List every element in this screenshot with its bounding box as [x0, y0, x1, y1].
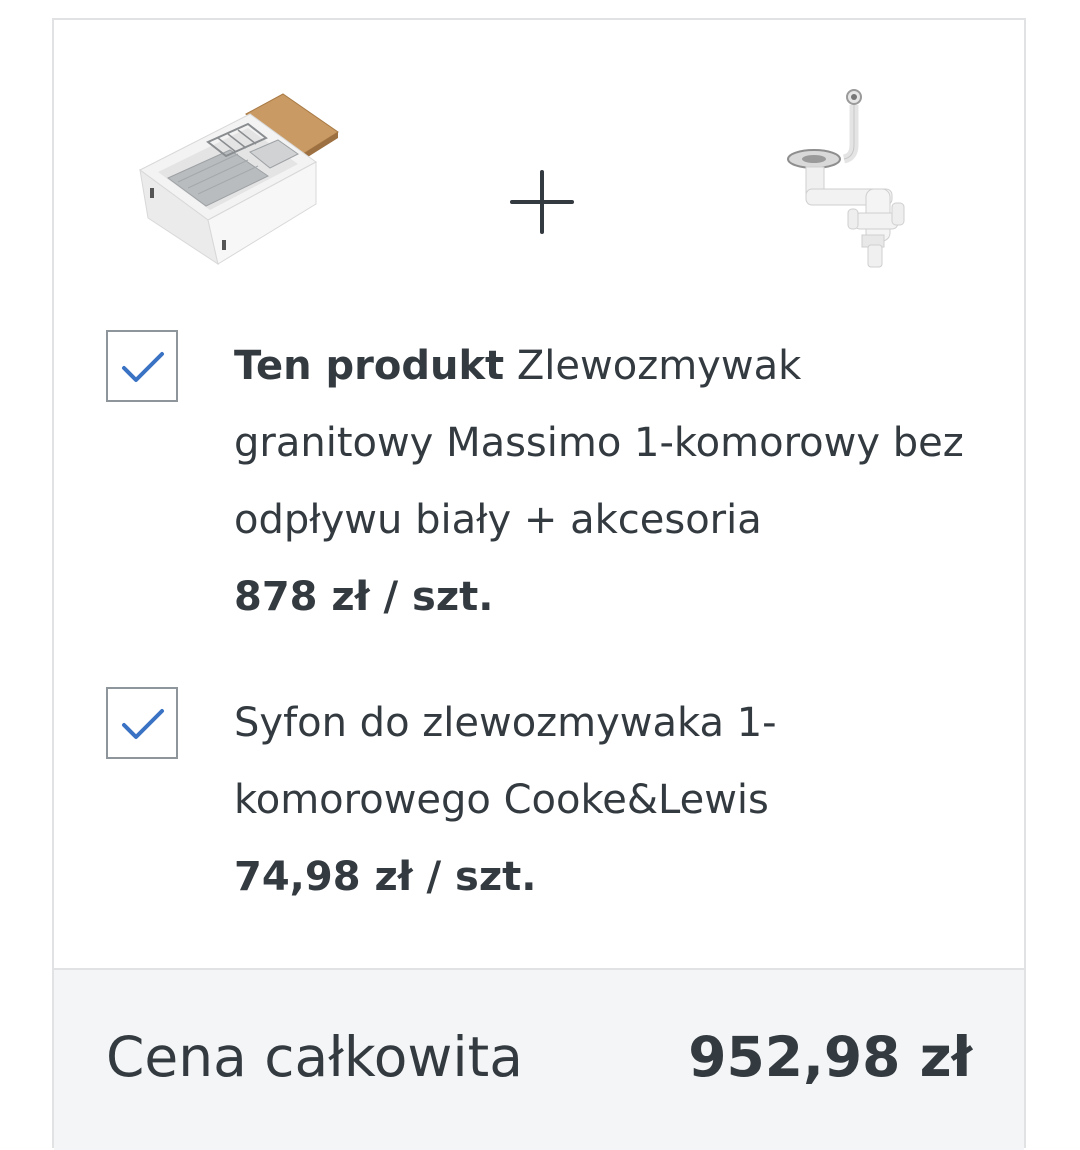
bundle-images	[54, 20, 1024, 310]
item-prefix: Ten produkt	[234, 343, 505, 389]
checkmark-icon	[122, 352, 164, 382]
item-description: Ten produkt Zlewozmywak granitowy Massim…	[234, 328, 994, 636]
bundle-card: Ten produkt Zlewozmywak granitowy Massim…	[52, 18, 1026, 1150]
item-checkbox[interactable]	[106, 330, 178, 402]
plus-icon	[510, 170, 574, 234]
item-price: 74,98 zł / szt.	[234, 854, 537, 900]
item-description: Syfon do zlewozmywaka 1-komorowego Cooke…	[234, 685, 994, 916]
granite-sink-image[interactable]	[138, 92, 348, 267]
item-price: 878 zł / szt.	[234, 574, 494, 620]
siphon-image[interactable]	[784, 85, 914, 270]
total-label: Cena całkowita	[106, 1025, 523, 1089]
item-name[interactable]: Syfon do zlewozmywaka 1-komorowego Cooke…	[234, 700, 777, 823]
total-value: 952,98 zł	[688, 1025, 972, 1089]
total-price-section: Cena całkowita 952,98 zł	[54, 970, 1024, 1150]
checkmark-icon	[122, 709, 164, 739]
item-checkbox[interactable]	[106, 687, 178, 759]
